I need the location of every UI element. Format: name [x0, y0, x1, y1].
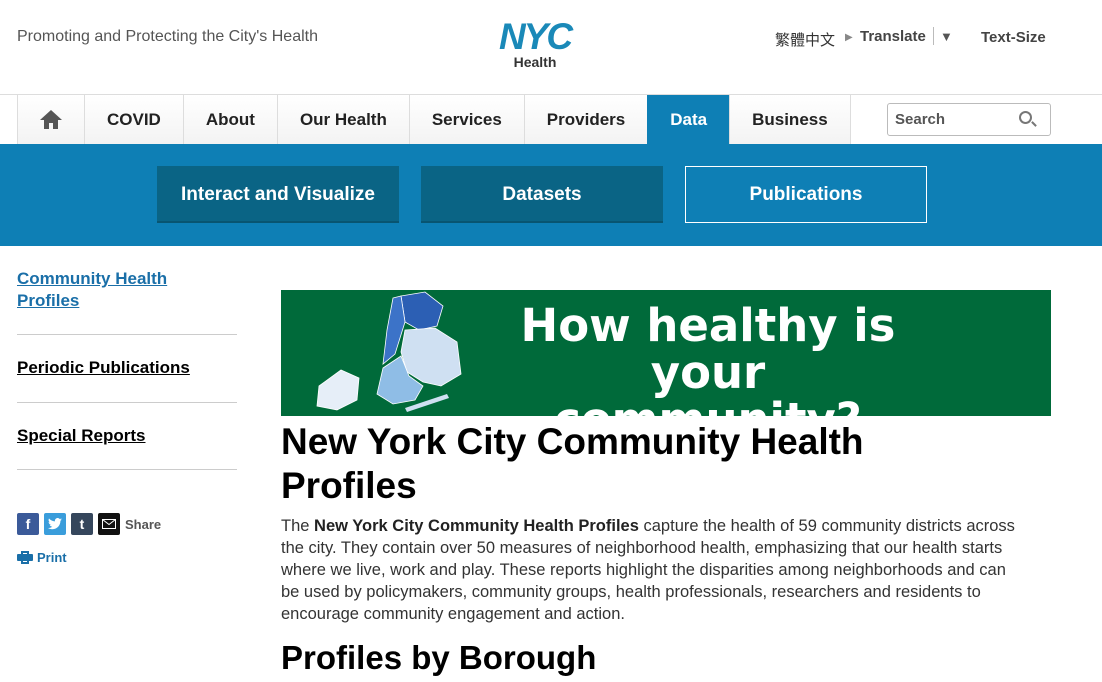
interact-visualize-button[interactable]: Interact and Visualize	[157, 166, 399, 223]
nav-item-services[interactable]: Services	[408, 95, 524, 144]
email-icon[interactable]	[98, 513, 120, 535]
sidebar-item-special-reports[interactable]: Special Reports	[17, 425, 237, 447]
translate-button[interactable]: Translate	[860, 28, 926, 45]
print-icon	[17, 551, 33, 564]
search-input[interactable]	[888, 104, 1008, 135]
nav-item-about[interactable]: About	[182, 95, 277, 144]
print-link[interactable]: Print	[17, 550, 67, 565]
play-arrow-icon: ▶	[845, 32, 853, 43]
intro-lead: The	[281, 517, 315, 535]
banner-line-2: your community?	[554, 346, 862, 416]
site-tagline: Promoting and Protecting the City's Heal…	[17, 28, 318, 45]
tumblr-icon[interactable]: t	[71, 513, 93, 535]
share-label[interactable]: Share	[125, 517, 161, 532]
search-box	[887, 103, 1051, 136]
page-title: New York City Community Health Profiles	[281, 421, 864, 506]
share-bar: f t Share	[17, 513, 161, 535]
sidebar-item-periodic-publications[interactable]: Periodic Publications	[17, 357, 237, 379]
chevron-down-icon[interactable]: ▼	[940, 29, 953, 44]
sidebar-divider	[17, 469, 237, 470]
sidebar: Community Health Profiles Periodic Publi…	[17, 268, 237, 470]
section-heading: Profiles by Borough	[281, 639, 597, 676]
intro-paragraph: The New York City Community Health Profi…	[281, 515, 1026, 625]
nyc-health-logo[interactable]: NYC Health	[489, 16, 581, 72]
intro-bold: New York City Community Health Profiles	[314, 517, 639, 535]
sidebar-divider	[17, 334, 237, 335]
main-nav: COVID About Our Health Services Provider…	[17, 95, 851, 144]
nav-item-data[interactable]: Data	[647, 95, 730, 144]
print-label: Print	[37, 550, 67, 565]
language-chinese-link[interactable]: 繁體中文	[775, 29, 835, 50]
health-banner[interactable]: How healthy is your community?	[281, 290, 1051, 416]
nav-item-business[interactable]: Business	[729, 95, 851, 144]
nyc-map-illustration	[316, 291, 462, 412]
facebook-icon[interactable]: f	[17, 513, 39, 535]
twitter-icon[interactable]	[44, 513, 66, 535]
nav-item-our-health[interactable]: Our Health	[276, 95, 409, 144]
translate-divider	[933, 27, 934, 45]
datasets-button[interactable]: Datasets	[421, 166, 663, 223]
search-icon[interactable]	[1019, 111, 1032, 124]
data-subnav: Interact and Visualize Datasets Publicat…	[0, 144, 1102, 246]
nav-item-covid[interactable]: COVID	[84, 95, 183, 144]
publications-button[interactable]: Publications	[685, 166, 927, 223]
home-icon	[40, 109, 62, 130]
banner-line-1: How healthy is	[520, 299, 896, 352]
logo-nyc-text: NYC	[498, 16, 573, 57]
nav-home[interactable]	[17, 95, 84, 144]
site-header: Promoting and Protecting the City's Heal…	[0, 0, 1102, 95]
nav-item-providers[interactable]: Providers	[523, 95, 648, 144]
sidebar-item-community-health-profiles[interactable]: Community Health Profiles	[17, 268, 192, 312]
sidebar-divider	[17, 402, 237, 403]
text-size-button[interactable]: Text-Size	[981, 29, 1046, 46]
banner-headline: How healthy is your community?	[493, 302, 923, 416]
